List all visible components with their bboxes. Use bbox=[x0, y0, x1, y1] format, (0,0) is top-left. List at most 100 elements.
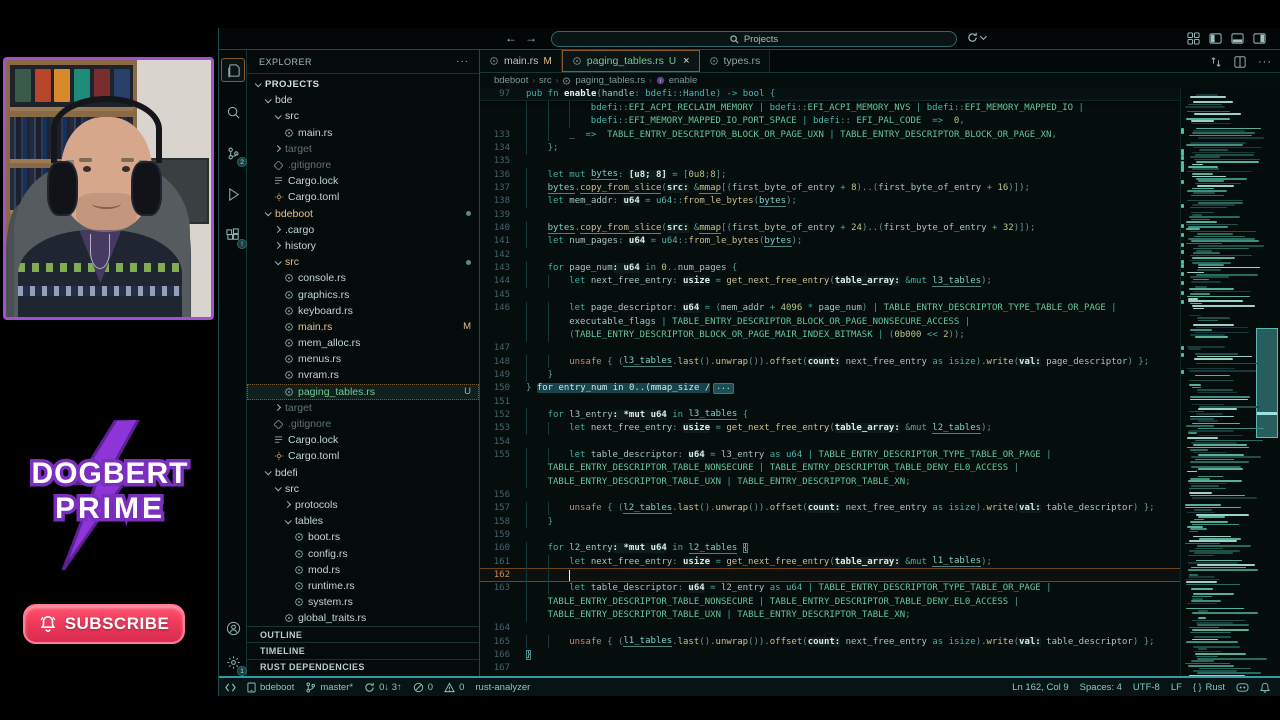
tree-item-nvram-rs[interactable]: nvram.rs bbox=[247, 367, 479, 383]
code-line-wrap: TABLE_ENTRY_DESCRIPTOR_TABLE_NONSECURE |… bbox=[480, 461, 1180, 475]
tab-types-rs[interactable]: types.rs bbox=[699, 50, 771, 72]
status-spaces-4[interactable]: Spaces: 4 bbox=[1080, 682, 1122, 693]
tree-item-menus-rs[interactable]: menus.rs bbox=[247, 351, 479, 367]
tree-item-label: nvram.rs bbox=[298, 369, 339, 382]
tree-item-console-rs[interactable]: console.rs bbox=[247, 270, 479, 286]
status-bar: bdeboot master* 0↓ 3↑ 0 0 rust-analyzer Ln 16… bbox=[219, 676, 1280, 696]
tree-item-boot-rs[interactable]: boot.rs bbox=[247, 529, 479, 545]
tree-item-src[interactable]: src bbox=[247, 481, 479, 497]
tree-item-main-rs[interactable]: main.rs M bbox=[247, 319, 479, 335]
status-0-3[interactable]: 0↓ 3↑ bbox=[364, 682, 402, 693]
tree-item-cargo-toml[interactable]: Cargo.toml bbox=[247, 189, 479, 205]
tree-item-cargo-lock[interactable]: Cargo.lock bbox=[247, 173, 479, 189]
tree-item-label: boot.rs bbox=[308, 531, 341, 544]
toggle-sidebar-icon[interactable] bbox=[1209, 32, 1222, 45]
code-line-137: 137 bytes. copy_from_slice(src: & mmap[(fir… bbox=[480, 181, 1180, 195]
status-remote-icon[interactable] bbox=[225, 682, 236, 693]
breadcrumb-item[interactable]: enable bbox=[669, 75, 698, 86]
status-rust-analyzer[interactable]: rust-analyzer bbox=[475, 682, 530, 693]
tree-item-cargo-lock[interactable]: Cargo.lock bbox=[247, 432, 479, 448]
line-number: 162 bbox=[493, 570, 510, 581]
tree-item-tables[interactable]: tables bbox=[247, 513, 479, 529]
tab-paging_tables-rs[interactable]: paging_tables.rs U × bbox=[561, 50, 700, 72]
status-copilot-icon[interactable] bbox=[1236, 682, 1249, 693]
status-0[interactable]: 0 bbox=[444, 682, 464, 693]
tree-item-paging-tables-rs[interactable]: paging_tables.rs U bbox=[247, 383, 479, 400]
run-debug-icon[interactable] bbox=[221, 182, 245, 206]
tree-item-src[interactable]: src bbox=[247, 254, 479, 270]
tree-item-history[interactable]: history bbox=[247, 238, 479, 254]
tree-item-global-traits-rs[interactable]: global_traits.rs bbox=[247, 610, 479, 626]
tree-item-bdefi[interactable]: bdefi bbox=[247, 465, 479, 481]
tree-item-keyboard-rs[interactable]: keyboard.rs bbox=[247, 303, 479, 319]
breadcrumb-item[interactable]: src bbox=[539, 75, 552, 86]
breadcrumb[interactable]: bdeboot › src › paging_tables.rs › f enable bbox=[480, 73, 1280, 88]
breadcrumb-separator: › bbox=[532, 76, 536, 85]
extensions-icon[interactable]: ! bbox=[221, 223, 247, 249]
toggle-panel-icon[interactable] bbox=[1231, 32, 1244, 45]
status-utf-8[interactable]: UTF-8 bbox=[1133, 682, 1160, 693]
tree-item-runtime-rs[interactable]: runtime.rs bbox=[247, 578, 479, 594]
breadcrumb-item[interactable]: bdeboot bbox=[494, 75, 528, 86]
sidebar-sections: OUTLINE TIMELINE RUST DEPENDENCIES bbox=[247, 626, 479, 675]
status-lf[interactable]: LF bbox=[1171, 682, 1182, 693]
tab-bar: main.rs Mpaging_tables.rs U × types.rs ··· bbox=[480, 50, 1280, 73]
tree-item-mod-rs[interactable]: mod.rs bbox=[247, 562, 479, 578]
breadcrumb-item[interactable]: paging_tables.rs bbox=[575, 75, 645, 86]
minimap[interactable] bbox=[1180, 88, 1280, 676]
tree-item--gitignore[interactable]: .gitignore bbox=[247, 416, 479, 432]
tree-item-main-rs[interactable]: main.rs bbox=[247, 125, 479, 141]
tree-item-label: target bbox=[285, 142, 312, 155]
close-icon[interactable]: × bbox=[683, 55, 689, 67]
explorer-icon[interactable] bbox=[221, 58, 245, 82]
refresh-control[interactable] bbox=[967, 32, 988, 43]
subscribe-button[interactable]: SUBSCRIBE bbox=[23, 604, 185, 644]
tree-item-target[interactable]: target bbox=[247, 141, 479, 157]
tree-item--gitignore[interactable]: .gitignore bbox=[247, 157, 479, 173]
command-center-search[interactable]: Projects bbox=[551, 31, 957, 47]
tree-item-cargo-toml[interactable]: Cargo.toml bbox=[247, 448, 479, 464]
git-file-icon bbox=[273, 419, 284, 430]
tree-item--cargo[interactable]: .cargo bbox=[247, 222, 479, 238]
code-editor[interactable]: 97 pub fn enable(handle: bdefi:: Handle) -… bbox=[480, 88, 1180, 676]
tree-item-bdeboot[interactable]: bdeboot bbox=[247, 206, 479, 222]
line-number: 139 bbox=[493, 209, 510, 220]
tree-item-label: system.rs bbox=[308, 596, 353, 609]
sidebar-more-actions[interactable]: ··· bbox=[456, 56, 469, 67]
status-0[interactable]: 0 bbox=[413, 682, 433, 693]
source-control-icon[interactable]: 2 bbox=[221, 141, 247, 167]
compare-changes-icon[interactable] bbox=[1210, 56, 1222, 68]
chevron-right-icon bbox=[273, 242, 282, 250]
status-bdeboot[interactable]: bdeboot bbox=[247, 682, 294, 693]
headphone-cup-left bbox=[49, 162, 76, 215]
layout-grid-icon[interactable] bbox=[1187, 32, 1200, 45]
tree-item-graphics-rs[interactable]: graphics.rs bbox=[247, 286, 479, 302]
tree-item-target[interactable]: target bbox=[247, 400, 479, 416]
editor-group: main.rs M paging_tables.rs U × types.rs ··· b… bbox=[480, 50, 1280, 676]
editor-more-actions[interactable]: ··· bbox=[1258, 56, 1272, 68]
minimap-slider[interactable] bbox=[1256, 328, 1278, 438]
tree-item-src[interactable]: src bbox=[247, 108, 479, 124]
tree-item-bde[interactable]: bde bbox=[247, 92, 479, 108]
tree-item-mem-alloc-rs[interactable]: mem_alloc.rs bbox=[247, 335, 479, 351]
status-master[interactable]: master* bbox=[305, 682, 353, 693]
history-nav[interactable]: ←→ bbox=[505, 31, 545, 45]
tree-item-config-rs[interactable]: config.rs bbox=[247, 545, 479, 561]
section-outline[interactable]: OUTLINE bbox=[247, 626, 479, 642]
status-rust[interactable]: { } Rust bbox=[1193, 682, 1225, 693]
account-icon[interactable] bbox=[221, 616, 245, 640]
tab-main-rs[interactable]: main.rs M bbox=[480, 50, 562, 72]
status-ln-162-col-9[interactable]: Ln 162, Col 9 bbox=[1012, 682, 1069, 693]
section-timeline[interactable]: TIMELINE bbox=[247, 642, 479, 658]
rust-file-icon bbox=[283, 613, 294, 624]
tree-item-projects[interactable]: PROJECTS bbox=[247, 76, 479, 92]
section-rust-dependencies[interactable]: RUST DEPENDENCIES bbox=[247, 658, 479, 675]
tree-item-protocols[interactable]: protocols bbox=[247, 497, 479, 513]
tree-item-system-rs[interactable]: system.rs bbox=[247, 594, 479, 610]
toggle-secondary-sidebar-icon[interactable] bbox=[1253, 32, 1266, 45]
status-bell-icon[interactable] bbox=[1260, 682, 1270, 693]
code-line-151: 151 bbox=[480, 395, 1180, 408]
search-icon[interactable] bbox=[221, 100, 245, 124]
settings-icon[interactable]: 1 bbox=[221, 650, 247, 676]
split-editor-icon[interactable] bbox=[1234, 55, 1246, 68]
